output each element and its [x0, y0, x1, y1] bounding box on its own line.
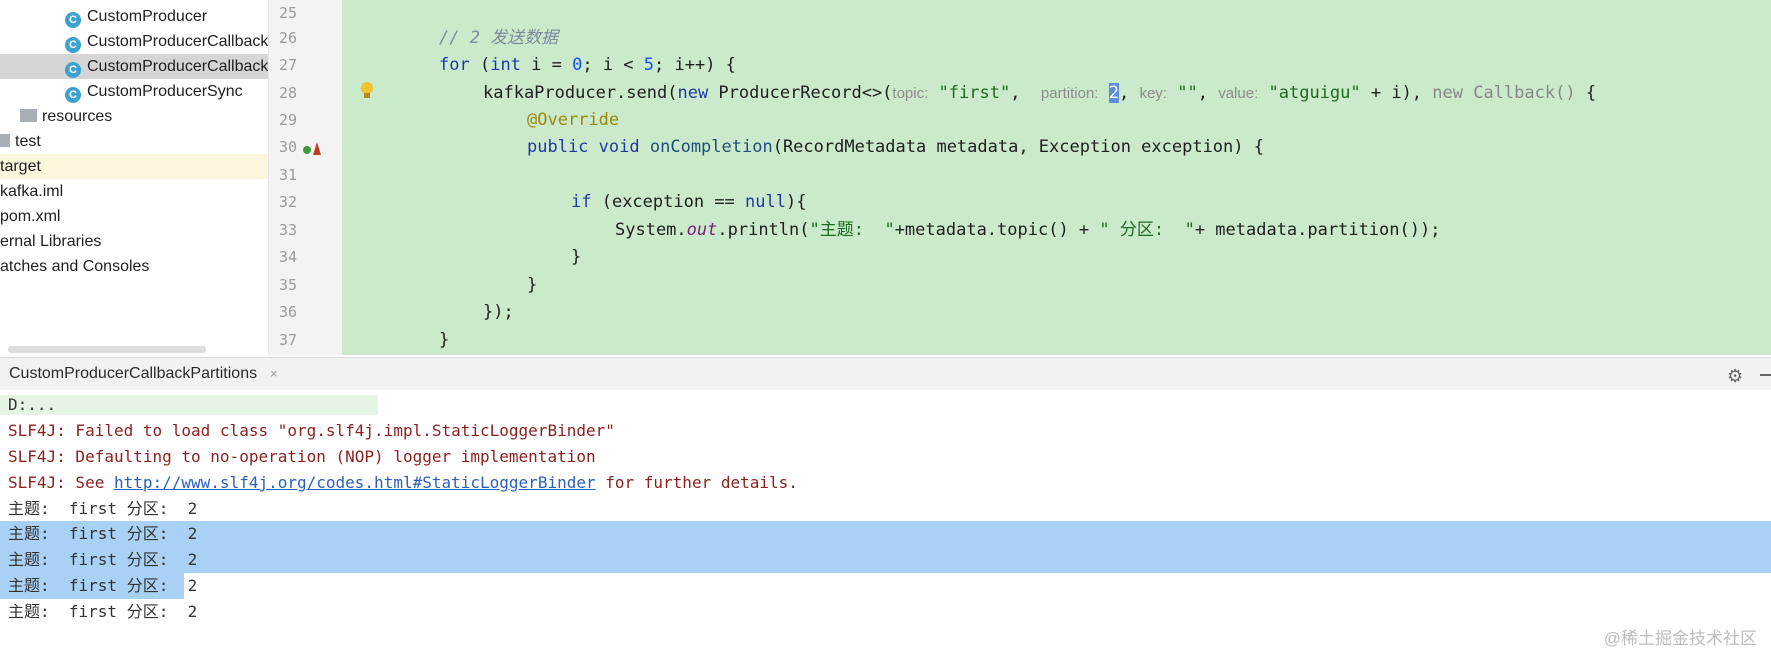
line-number: 27	[278, 56, 297, 74]
tree-item-label: CustomProducerCallback	[87, 58, 269, 75]
line-number: 29	[278, 111, 297, 129]
console-line-command: D:...	[8, 395, 57, 414]
line-number: 36	[278, 303, 297, 321]
text-cursor: 2	[1108, 83, 1119, 103]
line-number: 31	[278, 166, 297, 184]
line-number: 32	[278, 193, 297, 211]
minimize-icon[interactable]	[1760, 374, 1771, 376]
tree-item-label: target	[0, 158, 41, 175]
tree-item-customproducercallback[interactable]: C CustomProducerCallback	[0, 29, 269, 54]
param-hint-partition: partition:	[1040, 85, 1099, 102]
tree-item-customproducersync[interactable]: C CustomProducerSync	[0, 79, 268, 104]
code-line-33: System.out.println("主题: "+metadata.topic…	[615, 220, 1441, 240]
code-line-27: for (int i = 0; i < 5; i++) {	[439, 55, 736, 75]
param-hint-value: value:	[1218, 85, 1259, 102]
line-number: 26	[278, 29, 297, 47]
line-number: 30	[278, 138, 297, 156]
code-line-36: });	[483, 302, 514, 322]
line-number: 25	[278, 4, 297, 22]
class-icon: C	[65, 12, 81, 28]
override-arrow-icon[interactable]	[313, 142, 321, 155]
line-number: 28	[278, 84, 297, 102]
close-tab-icon[interactable]: ×	[270, 366, 278, 381]
tree-item-customproducercallbackpartitions[interactable]: C CustomProducerCallback	[0, 54, 269, 79]
tree-item-external-libraries[interactable]: ernal Libraries	[0, 229, 268, 254]
console-output-line: 主题: first 分区: 2	[8, 524, 198, 543]
tree-item-label: CustomProducerSync	[87, 83, 243, 100]
code-line-34: }	[571, 247, 582, 267]
slf4j-codes-link[interactable]: http://www.slf4j.org/codes.html#StaticLo…	[114, 473, 596, 492]
code-line-37: }	[439, 330, 450, 350]
console-output-line: 主题: first 分区: 2	[8, 576, 198, 595]
folder-icon	[20, 109, 37, 122]
gear-icon[interactable]: ⚙	[1727, 366, 1743, 387]
tree-item-label: CustomProducerCallback	[87, 33, 269, 50]
run-tab[interactable]: CustomProducerCallbackPartitions	[9, 365, 257, 383]
selection-highlight	[0, 521, 1771, 547]
class-icon: C	[65, 37, 81, 53]
console-line-slf4j-2: SLF4J: Defaulting to no-operation (NOP) …	[8, 447, 596, 466]
line-number: 34	[278, 248, 297, 266]
tree-item-customproducer[interactable]: C CustomProducer	[0, 4, 268, 29]
code-line-35: }	[527, 275, 538, 295]
console-output-line: 主题: first 分区: 2	[8, 499, 198, 518]
code-line-29: @Override	[527, 110, 620, 130]
tree-item-scratches[interactable]: atches and Consoles	[0, 254, 268, 279]
folder-icon	[0, 134, 10, 147]
code-line-28: kafkaProducer.send(new ProducerRecord<>(…	[483, 83, 1597, 103]
project-tree: C CustomProducer C CustomProducerCallback …	[0, 0, 269, 355]
tree-item-label: test	[15, 133, 41, 150]
tree-item-target[interactable]: target	[0, 154, 268, 179]
class-icon: C	[65, 62, 81, 78]
console-line-slf4j-3: SLF4J: See http://www.slf4j.org/codes.ht…	[8, 473, 798, 492]
param-hint-topic: topic:	[892, 85, 929, 102]
tree-item-label: resources	[42, 108, 113, 125]
line-number: 33	[278, 221, 297, 239]
console-line-slf4j-1: SLF4J: Failed to load class "org.slf4j.i…	[8, 421, 615, 440]
tree-item-label: pom.xml	[0, 208, 61, 225]
code-line-26: // 2 发送数据	[439, 28, 559, 48]
class-icon: C	[65, 87, 81, 103]
tree-item-test[interactable]: test	[0, 129, 268, 154]
command-line-highlight	[0, 395, 378, 415]
tree-horizontal-scrollbar[interactable]	[8, 346, 206, 353]
console-output-line: 主题: first 分区: 2	[8, 550, 198, 569]
watermark: @稀土掘金技术社区	[1603, 629, 1757, 648]
console-output-line: 主题: first 分区: 2	[8, 602, 198, 621]
code-line-30: public void onCompletion(RecordMetadata …	[527, 137, 1264, 157]
implements-marker-icon[interactable]	[303, 146, 311, 154]
run-tool-window-header: CustomProducerCallbackPartitions × ⚙	[0, 357, 1771, 392]
selection-highlight	[0, 547, 1771, 573]
tree-item-pom-xml[interactable]: pom.xml	[0, 204, 268, 229]
tree-item-label: ernal Libraries	[0, 233, 102, 250]
line-number: 35	[278, 276, 297, 294]
tree-item-label: atches and Consoles	[0, 258, 150, 275]
tree-item-kafka-iml[interactable]: kafka.iml	[0, 179, 268, 204]
tree-item-resources[interactable]: resources	[0, 104, 268, 129]
param-hint-key: key:	[1139, 85, 1167, 102]
tree-item-label: kafka.iml	[0, 183, 64, 200]
code-line-32: if (exception == null){	[571, 192, 807, 212]
line-number: 37	[278, 331, 297, 349]
tree-item-label: CustomProducer	[87, 8, 208, 25]
